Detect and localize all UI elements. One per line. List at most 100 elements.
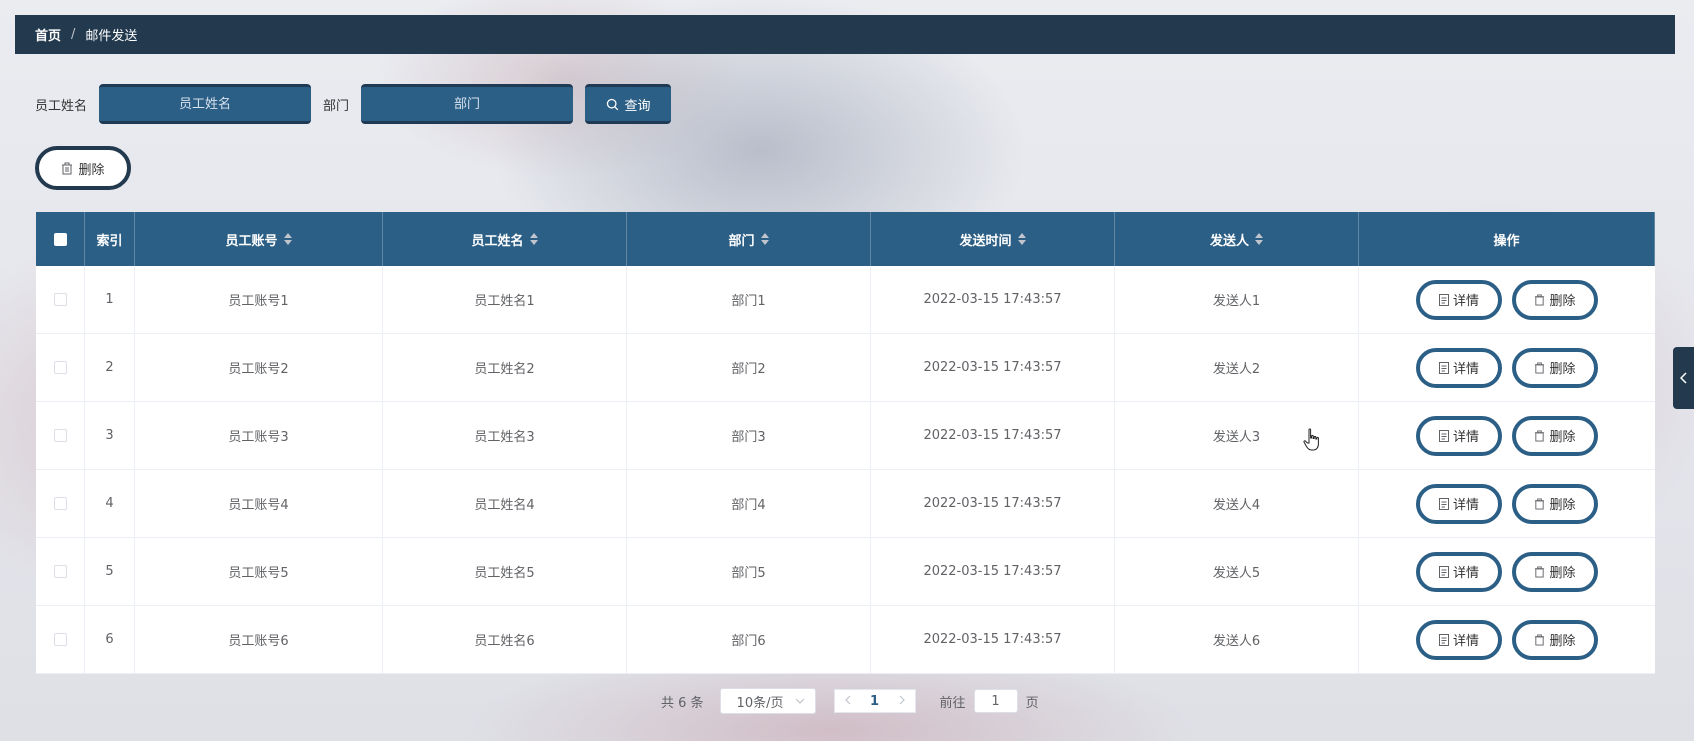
detail-button-label: 详情 — [1452, 362, 1479, 377]
row-select-cell — [36, 334, 85, 401]
table-body: 1 员工账号1 员工姓名1 部门1 2022-03-15 17:43:57 发送人1 详情删… — [36, 266, 1655, 674]
bulk-delete-button[interactable]: 删除 — [35, 146, 131, 190]
sort-caret-icon[interactable] — [529, 233, 538, 245]
cell-sender: 发送人3 — [1115, 402, 1359, 469]
cell-name: 员工姓名5 — [383, 538, 627, 605]
breadcrumb-home[interactable]: 首页 — [35, 25, 61, 44]
row-checkbox[interactable] — [53, 565, 67, 578]
cell-send-time: 2022-03-15 17:43:57 — [871, 402, 1115, 469]
detail-button[interactable]: 详情 — [1416, 551, 1502, 592]
chevron-left-icon — [844, 695, 850, 704]
header-index-label: 索引 — [96, 233, 123, 249]
row-delete-label: 删除 — [1549, 566, 1576, 581]
side-toggle-button[interactable] — [1673, 347, 1694, 409]
row-delete-button[interactable]: 删除 — [1512, 415, 1598, 456]
header-ops-label: 操作 — [1493, 233, 1520, 249]
query-button[interactable]: 查询 — [585, 84, 672, 124]
header-send-time[interactable]: 发送时间 — [871, 212, 1115, 266]
detail-button[interactable]: 详情 — [1416, 619, 1502, 660]
detail-button-label: 详情 — [1452, 566, 1479, 581]
document-icon — [1438, 293, 1449, 306]
row-checkbox[interactable] — [53, 293, 67, 306]
document-icon — [1438, 633, 1449, 646]
cell-dept: 部门4 — [627, 470, 871, 537]
cell-name: 员工姓名4 — [383, 470, 627, 537]
detail-button[interactable]: 详情 — [1416, 347, 1502, 388]
query-button-label: 查询 — [624, 98, 651, 114]
cell-ops: 详情 删除 — [1359, 538, 1655, 605]
row-select-cell — [36, 606, 85, 673]
header-dept[interactable]: 部门 — [627, 212, 871, 266]
pagination: 共 6 条 10条/页 1 前往 页 — [661, 688, 1039, 714]
cell-dept: 部门1 — [627, 266, 871, 333]
row-select-cell — [36, 470, 85, 537]
document-icon — [1438, 361, 1449, 374]
row-delete-button[interactable]: 删除 — [1512, 551, 1598, 592]
row-checkbox[interactable] — [53, 429, 67, 442]
header-account[interactable]: 员工账号 — [135, 212, 383, 266]
trash-icon — [1535, 294, 1545, 305]
row-delete-label: 删除 — [1549, 634, 1576, 649]
sort-caret-icon[interactable] — [283, 233, 292, 245]
cell-index: 5 — [85, 538, 135, 605]
header-name-label: 员工姓名 — [471, 233, 524, 249]
goto-page-input[interactable] — [973, 689, 1018, 713]
header-name[interactable]: 员工姓名 — [383, 212, 627, 266]
sort-caret-icon[interactable] — [1017, 233, 1026, 245]
name-label: 员工姓名 — [35, 98, 88, 114]
cell-account: 员工账号1 — [135, 266, 383, 333]
prev-page-button[interactable] — [835, 694, 861, 709]
breadcrumb: 首页 / 邮件发送 — [15, 15, 1675, 54]
cell-ops: 详情 删除 — [1359, 266, 1655, 333]
detail-button[interactable]: 详情 — [1416, 415, 1502, 456]
cell-dept: 部门5 — [627, 538, 871, 605]
cell-ops: 详情 删除 — [1359, 470, 1655, 537]
sort-caret-icon[interactable] — [760, 233, 769, 245]
table-header: 索引 员工账号 员工姓名 部门 发送时间 发送人 操作 — [36, 212, 1655, 266]
table-row: 1 员工账号1 员工姓名1 部门1 2022-03-15 17:43:57 发送人1 详情 删… — [36, 266, 1655, 334]
detail-button-label: 详情 — [1452, 294, 1479, 309]
cell-sender: 发送人4 — [1115, 470, 1359, 537]
goto-page: 前往 页 — [940, 689, 1039, 713]
row-delete-button[interactable]: 删除 — [1512, 619, 1598, 660]
chevron-left-icon — [1680, 372, 1687, 384]
header-sender[interactable]: 发送人 — [1115, 212, 1359, 266]
cell-sender: 发送人1 — [1115, 266, 1359, 333]
name-input[interactable] — [99, 84, 312, 124]
detail-button[interactable]: 详情 — [1416, 483, 1502, 524]
cell-name: 员工姓名1 — [383, 266, 627, 333]
next-page-button[interactable] — [889, 694, 915, 709]
cell-index: 4 — [85, 470, 135, 537]
cell-send-time: 2022-03-15 17:43:57 — [871, 470, 1115, 537]
cell-account: 员工账号5 — [135, 538, 383, 605]
search-form: 员工姓名 部门 查询 — [35, 84, 672, 124]
sort-caret-icon[interactable] — [1255, 233, 1263, 245]
document-icon — [1438, 429, 1449, 442]
page-number-current[interactable]: 1 — [861, 694, 889, 709]
breadcrumb-separator: / — [71, 27, 76, 42]
cell-ops: 详情 删除 — [1359, 334, 1655, 401]
select-all-checkbox[interactable] — [53, 232, 67, 246]
table-row: 5 员工账号5 员工姓名5 部门5 2022-03-15 17:43:57 发送人5 详情 删… — [36, 538, 1655, 606]
cell-ops: 详情 删除 — [1359, 402, 1655, 469]
table-row: 6 员工账号6 员工姓名6 部门6 2022-03-15 17:43:57 发送人6 详情 删… — [36, 606, 1655, 674]
page-unit-label: 页 — [1025, 695, 1039, 711]
page: 首页 / 邮件发送 员工姓名 部门 查询 删除 — [0, 0, 1694, 741]
row-delete-button[interactable]: 删除 — [1512, 483, 1598, 524]
cell-index: 2 — [85, 334, 135, 401]
row-checkbox[interactable] — [53, 633, 67, 646]
cell-account: 员工账号3 — [135, 402, 383, 469]
cell-ops: 详情 删除 — [1359, 606, 1655, 673]
row-delete-button[interactable]: 删除 — [1512, 347, 1598, 388]
cell-dept: 部门6 — [627, 606, 871, 673]
page-size-select[interactable]: 10条/页 — [719, 688, 816, 714]
cell-send-time: 2022-03-15 17:43:57 — [871, 266, 1115, 333]
row-checkbox[interactable] — [53, 497, 67, 510]
row-select-cell — [36, 538, 85, 605]
detail-button[interactable]: 详情 — [1416, 279, 1502, 320]
goto-label: 前往 — [939, 695, 966, 711]
dept-input[interactable] — [361, 84, 574, 124]
row-checkbox[interactable] — [53, 361, 67, 374]
row-delete-button[interactable]: 删除 — [1512, 279, 1598, 320]
cell-dept: 部门2 — [627, 334, 871, 401]
